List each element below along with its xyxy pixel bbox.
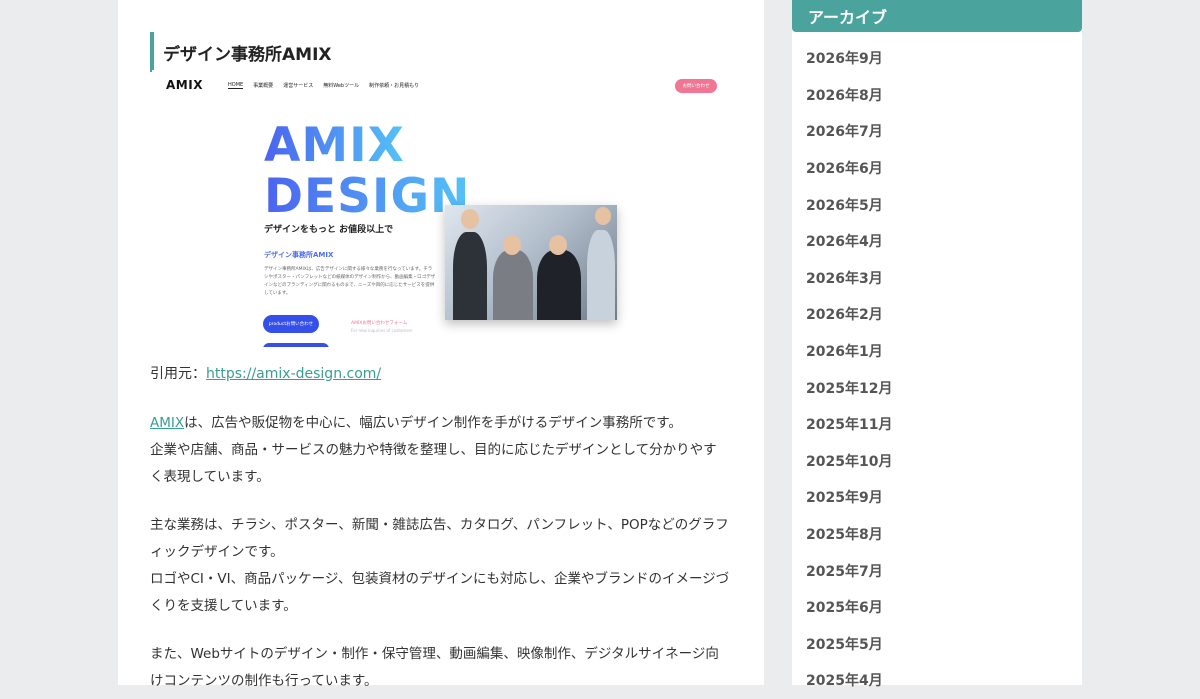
paragraph-text: は、広告や販促物を中心に、幅広いデザイン制作を手がけるデザイン事務所です。	[184, 415, 682, 431]
article-heading: デザイン事務所AMIX	[150, 32, 332, 73]
article-main: デザイン事務所AMIX AMIX HOME 事業概要 運営サービス 無料Webツ…	[118, 0, 764, 689]
screenshot-menu-item: 運営サービス	[283, 83, 314, 89]
website-screenshot[interactable]: AMIX HOME 事業概要 運営サービス 無料Webツール 制作依頼・お見積も…	[152, 70, 732, 347]
screenshot-hero-line2: DESIGN	[264, 169, 471, 224]
person-figure	[493, 250, 533, 320]
screenshot-logo: AMIX	[166, 78, 203, 92]
person-head	[461, 209, 479, 229]
screenshot-menu-item: 制作依頼・お見積もり	[369, 83, 420, 89]
archive-item[interactable]: 2026年8月	[806, 77, 892, 114]
archive-item[interactable]: 2025年6月	[806, 589, 892, 626]
paragraph-text: ロゴやCI・VI、商品パッケージ、包装資材のデザインにも対応し、企業やブランドの…	[150, 571, 730, 614]
archive-item[interactable]: 2026年6月	[806, 150, 892, 187]
citation-link[interactable]: https://amix-design.com/	[206, 366, 381, 382]
screenshot-cta: お問い合わせ	[675, 79, 717, 93]
person-head	[595, 207, 611, 225]
archive-item[interactable]: 2026年3月	[806, 260, 892, 297]
archive-item[interactable]: 2026年7月	[806, 113, 892, 150]
archive-item[interactable]: 2026年1月	[806, 333, 892, 370]
archive-item[interactable]: 2026年9月	[806, 40, 892, 77]
archive-list: 2026年9月 2026年8月 2026年7月 2026年6月 2026年5月 …	[806, 40, 892, 699]
archive-item[interactable]: 2025年4月	[806, 662, 892, 699]
archive-item[interactable]: 2025年8月	[806, 516, 892, 553]
archive-item[interactable]: 2025年5月	[806, 626, 892, 663]
paragraph-intro: AMIXは、広告や販促物を中心に、幅広いデザイン制作を手がけるデザイン事務所です…	[150, 410, 730, 491]
office-photo	[445, 205, 617, 320]
screenshot-hero-line1: AMIX	[264, 118, 405, 173]
paragraph-web: また、Webサイトのデザイン・制作・保守管理、動画編集、映像制作、デジタルサイネ…	[150, 641, 730, 695]
citation-label: 引用元：	[150, 366, 206, 382]
archive-item[interactable]: 2025年9月	[806, 479, 892, 516]
screenshot-secondary-button	[263, 343, 329, 347]
screenshot-subtitle: デザイン事務所AMIX	[264, 251, 334, 259]
screenshot-body: デザイン事務所AMIXは、広告デザインに関する様々な業務を行なっています。チラシ…	[264, 267, 436, 296]
screenshot-menu: HOME 事業概要 運営サービス 無料Webツール 制作依頼・お見積もり	[228, 82, 419, 89]
screenshot-menu-item: HOME	[228, 82, 244, 89]
archive-item[interactable]: 2026年5月	[806, 186, 892, 223]
screenshot-form-link: AMIXお問い合わせフォーム	[351, 321, 408, 326]
person-figure	[537, 250, 581, 320]
paragraph-services: 主な業務は、チラシ、ポスター、新聞・雑誌広告、カタログ、パンフレット、POPなど…	[150, 512, 730, 620]
archive-item[interactable]: 2025年12月	[806, 369, 892, 406]
screenshot-menu-item: 無料Webツール	[323, 83, 360, 89]
person-head	[503, 235, 521, 255]
screenshot-form-sub: For new inquiries of customers	[351, 328, 413, 333]
person-figure	[587, 230, 615, 320]
sidebar: アーカイブ 2026年9月 2026年8月 2026年7月 2026年6月 20…	[792, 0, 1082, 689]
person-head	[549, 235, 567, 255]
archive-item[interactable]: 2025年7月	[806, 552, 892, 589]
screenshot-contact-button: productお問い合わせ	[263, 315, 319, 333]
paragraph-text: また、Webサイトのデザイン・制作・保守管理、動画編集、映像制作、デジタルサイネ…	[150, 646, 719, 689]
archive-item[interactable]: 2026年4月	[806, 223, 892, 260]
screenshot-tagline: デザインをもっと お値段以上で	[264, 225, 394, 235]
person-figure	[453, 232, 487, 320]
archive-item[interactable]: 2026年2月	[806, 296, 892, 333]
paragraph-text: 主な業務は、チラシ、ポスター、新聞・雑誌広告、カタログ、パンフレット、POPなど…	[150, 517, 729, 560]
archive-title: アーカイブ	[792, 0, 1082, 32]
amix-link[interactable]: AMIX	[150, 415, 184, 431]
archive-item[interactable]: 2025年10月	[806, 443, 892, 480]
citation: 引用元：https://amix-design.com/	[150, 363, 381, 383]
screenshot-nav: AMIX HOME 事業概要 運営サービス 無料Webツール 制作依頼・お見積も…	[152, 70, 732, 100]
archive-item[interactable]: 2025年11月	[806, 406, 892, 443]
screenshot-menu-item: 事業概要	[253, 83, 274, 89]
paragraph-text: 企業や店舗、商品・サービスの魅力や特徴を整理し、目的に応じたデザインとして分かり…	[150, 442, 717, 485]
